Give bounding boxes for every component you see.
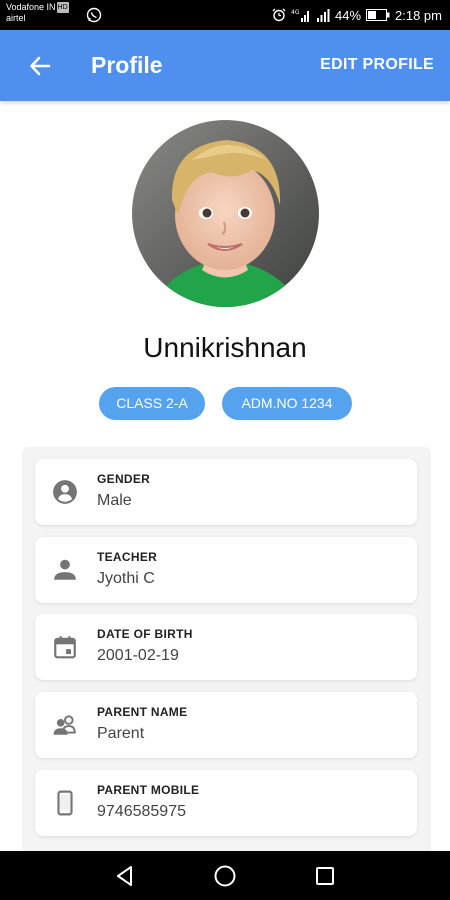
- parent-name-value: Parent: [97, 725, 145, 742]
- date-of-birth-value: 2001-02-19: [97, 647, 179, 664]
- teacher-value: Jyothi C: [97, 570, 155, 587]
- arrow-back-icon: [30, 56, 51, 76]
- parent-mobile-label: PARENT MOBILE: [97, 783, 200, 797]
- clock: 2:18 pm: [395, 7, 442, 23]
- hd-badge: HD: [56, 2, 69, 13]
- people-icon: [53, 715, 76, 735]
- gender-card: GENDER Male: [35, 459, 417, 525]
- teacher-card: TEACHER Jyothi C: [35, 537, 417, 603]
- account-circle-icon: [53, 480, 77, 504]
- date-of-birth-card: DATE OF BIRTH 2001-02-19: [35, 614, 417, 680]
- navigation-bar: [0, 851, 450, 900]
- parent-name-label: PARENT NAME: [97, 705, 188, 719]
- carrier-2: airtel: [6, 13, 26, 23]
- recents-square-icon[interactable]: [312, 863, 338, 889]
- teacher-label: TEACHER: [97, 550, 158, 564]
- carrier-info: Vodafone IN HD airtel: [6, 2, 69, 24]
- signal-icon: [316, 9, 330, 22]
- app-bar: Profile EDIT PROFILE: [0, 30, 450, 101]
- avatar: [132, 120, 319, 307]
- whatsapp-icon: [86, 7, 102, 23]
- admission-number-chip: ADM.NO 1234: [222, 387, 352, 420]
- page-title: Profile: [91, 52, 163, 78]
- child-photo: [132, 120, 319, 307]
- student-name: Unnikrishnan: [143, 332, 307, 363]
- parent-name-card: PARENT NAME Parent: [35, 692, 417, 758]
- edit-profile-button[interactable]: EDIT PROFILE: [320, 54, 434, 76]
- battery-percent: 44%: [334, 7, 362, 23]
- gender-label: GENDER: [97, 472, 151, 486]
- calendar-icon: [54, 636, 76, 659]
- back-triangle-icon[interactable]: [112, 863, 138, 889]
- svg-text:4G: 4G: [291, 9, 300, 16]
- phone-icon: [57, 790, 73, 816]
- status-bar: Vodafone IN HD airtel 4G 44% 2:18 pm: [0, 0, 450, 30]
- carrier-1: Vodafone IN: [6, 2, 56, 12]
- status-icons: 4G 44% 2:18 pm: [272, 6, 442, 24]
- home-circle-icon[interactable]: [212, 863, 238, 889]
- parent-mobile-card: PARENT MOBILE 9746585975: [35, 770, 417, 836]
- alarm-icon: [272, 8, 286, 22]
- class-chip: CLASS 2-A: [99, 387, 205, 420]
- battery-icon: [366, 9, 390, 21]
- gender-value: Male: [97, 492, 132, 509]
- person-icon: [54, 559, 76, 580]
- signal-4g-icon: 4G: [291, 9, 309, 22]
- date-of-birth-label: DATE OF BIRTH: [97, 627, 193, 641]
- back-button[interactable]: [24, 50, 56, 82]
- parent-mobile-value: 9746585975: [97, 803, 186, 820]
